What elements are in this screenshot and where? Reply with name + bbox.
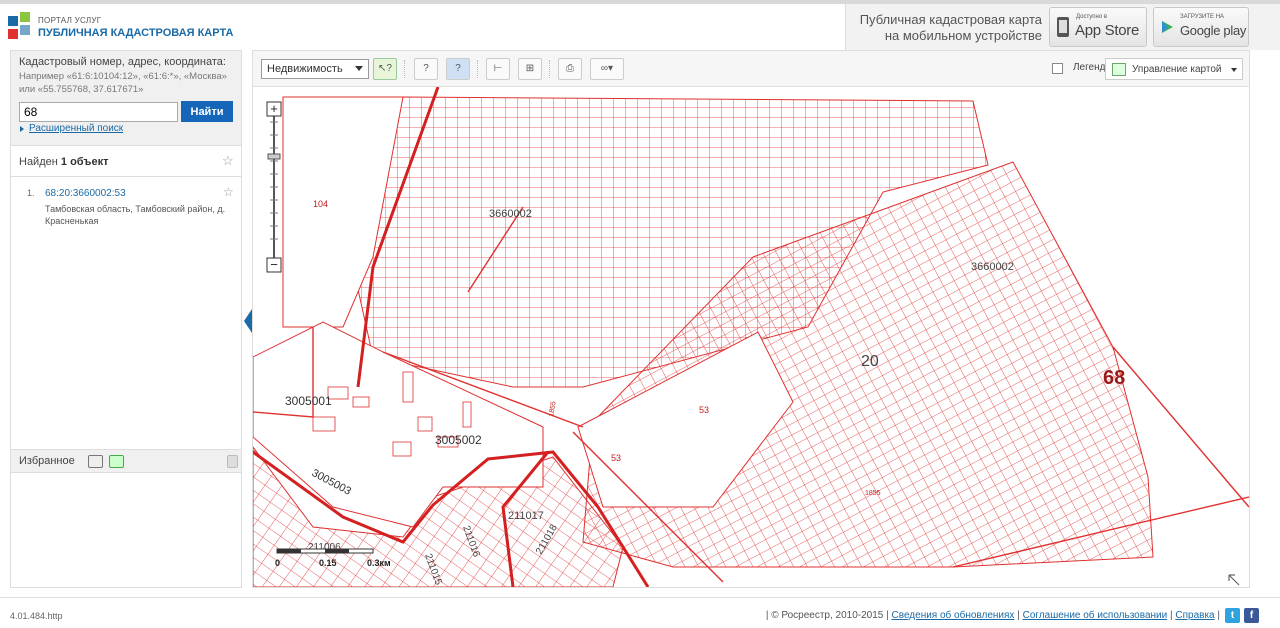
measure-distance-icon[interactable]: ⊢ bbox=[486, 58, 510, 80]
search-label: Кадастровый номер, адрес, координата: bbox=[19, 56, 226, 68]
overview-map-icon[interactable] bbox=[1228, 574, 1240, 586]
favorites-header: Избранное bbox=[11, 449, 241, 473]
result-index: 1. bbox=[27, 188, 35, 198]
zoom-slider-handle[interactable] bbox=[267, 153, 281, 160]
map-label-104: 104 bbox=[313, 199, 328, 209]
promo-text: Публичная кадастровая карта на мобильном… bbox=[859, 12, 1042, 43]
found-prefix: Найден bbox=[19, 156, 58, 168]
star-icon[interactable]: ☆ bbox=[223, 185, 234, 199]
grid-icon bbox=[1112, 63, 1126, 76]
twitter-icon[interactable]: t bbox=[1225, 608, 1240, 623]
import-favorites-icon[interactable] bbox=[109, 455, 124, 468]
scale-label: 0 bbox=[275, 558, 280, 568]
advanced-search-link[interactable]: Расширенный поиск bbox=[29, 123, 123, 134]
googleplay-button[interactable]: ЗАГРУЗИТЕ НА Google play bbox=[1153, 7, 1249, 47]
footer-separator: | bbox=[1017, 610, 1020, 621]
map-label-53: 53 bbox=[699, 405, 709, 415]
copyright-text: | © Росреестр, 2010-2015 | bbox=[765, 610, 889, 621]
map-label-3005001: 3005001 bbox=[285, 394, 332, 408]
favorites-label: Избранное bbox=[19, 455, 75, 467]
sidebar: Кадастровый номер, адрес, координата: На… bbox=[10, 50, 242, 588]
map-label-1855: 1855 bbox=[548, 401, 558, 418]
link-icon[interactable]: ∞▾ bbox=[590, 58, 624, 80]
toolbar-divider bbox=[404, 60, 405, 78]
mobile-promo: Публичная кадастровая карта на мобильном… bbox=[845, 4, 1280, 50]
search-example: Например «61:6:10104:12», «61:6:*», «Мос… bbox=[19, 71, 227, 95]
footer-separator: | bbox=[1169, 610, 1173, 621]
result-cadastral-number[interactable]: 68:20:3660002:53 bbox=[45, 188, 126, 199]
plus-icon: + bbox=[270, 101, 278, 116]
map-label-53: 53 bbox=[611, 453, 621, 463]
map-toolbar: Недвижимость ↖? ? ? ⊢ ⊞ ⎙ ∞▾ Легенда Упр… bbox=[253, 51, 1249, 87]
map-label-211017: 211017 bbox=[508, 510, 544, 522]
map-label-20: 20 bbox=[861, 353, 879, 370]
header: ПОРТАЛ УСЛУГ ПУБЛИЧНАЯ КАДАСТРОВАЯ КАРТА… bbox=[0, 4, 1280, 50]
map-label-1855: 1855 bbox=[865, 490, 881, 497]
help-link[interactable]: Справка bbox=[1175, 610, 1214, 621]
terms-link[interactable]: Соглашение об использовании bbox=[1023, 610, 1168, 621]
appstore-button[interactable]: Доступно в App Store bbox=[1049, 7, 1147, 47]
portal-logo[interactable] bbox=[8, 12, 32, 44]
identify-area-icon[interactable]: ? bbox=[414, 58, 438, 80]
found-count: 1 объект bbox=[60, 156, 109, 168]
gplay-small: ЗАГРУЗИТЕ НА bbox=[1180, 14, 1225, 20]
phone-icon bbox=[1057, 17, 1069, 37]
measure-area-icon[interactable]: ⊞ bbox=[518, 58, 542, 80]
appstore-small: Доступно в bbox=[1076, 14, 1108, 20]
search-input[interactable] bbox=[19, 102, 178, 122]
gplay-label: Google play bbox=[1180, 23, 1247, 38]
footer-separator: | bbox=[1217, 610, 1220, 621]
googleplay-icon bbox=[1162, 21, 1173, 33]
legend-checkbox[interactable] bbox=[1052, 63, 1063, 74]
map-label-3660002: 3660002 bbox=[489, 208, 532, 220]
map-control-label: Управление картой bbox=[1132, 64, 1222, 75]
footer-links: | © Росреестр, 2010-2015 | Сведения об о… bbox=[766, 610, 1220, 621]
caret-down-icon bbox=[355, 66, 363, 71]
updates-link[interactable]: Сведения об обновлениях bbox=[892, 610, 1015, 621]
caret-down-icon bbox=[1231, 68, 1237, 72]
layer-dropdown[interactable]: Недвижимость bbox=[261, 59, 369, 79]
map-label-3005002: 3005002 bbox=[435, 433, 482, 447]
star-icon[interactable]: ☆ bbox=[222, 153, 234, 169]
brand-title[interactable]: ПУБЛИЧНАЯ КАДАСТРОВАЯ КАРТА bbox=[38, 27, 233, 39]
export-favorites-icon[interactable] bbox=[88, 455, 103, 468]
minus-icon: − bbox=[270, 257, 278, 272]
map-control-dropdown[interactable]: Управление картой bbox=[1105, 58, 1243, 80]
layer-dropdown-value: Недвижимость bbox=[267, 63, 343, 75]
select-info-icon[interactable]: ↖? bbox=[373, 58, 397, 80]
map-label-68: 68 bbox=[1103, 367, 1125, 389]
results-header: Найден 1 объект ☆ bbox=[11, 147, 241, 177]
results-count: Найден 1 объект bbox=[19, 156, 108, 168]
facebook-icon[interactable]: f bbox=[1244, 608, 1259, 623]
trash-icon[interactable] bbox=[227, 455, 238, 468]
footer: 4.01.484.http | © Росреестр, 2010-2015 |… bbox=[0, 597, 1280, 628]
map-canvas[interactable]: 104 3660002 3660002 20 68 53 53 1855 185… bbox=[253, 87, 1249, 587]
brand-portal: ПОРТАЛ УСЛУГ bbox=[38, 16, 102, 25]
collapse-sidebar-handle[interactable] bbox=[244, 309, 252, 333]
print-icon[interactable]: ⎙ bbox=[558, 58, 582, 80]
scale-label: 0.3км bbox=[367, 558, 391, 568]
appstore-label: App Store bbox=[1075, 22, 1140, 39]
version-text: 4.01.484.http bbox=[10, 611, 63, 621]
toolbar-divider bbox=[477, 60, 478, 78]
toolbar-divider bbox=[549, 60, 550, 78]
map-panel: Недвижимость ↖? ? ? ⊢ ⊞ ⎙ ∞▾ Легенда Упр… bbox=[244, 50, 1250, 588]
zoom-control[interactable]: + − bbox=[266, 101, 282, 273]
result-address: Тамбовская область, Тамбовский район, д.… bbox=[45, 204, 226, 226]
map-label-3660002: 3660002 bbox=[971, 261, 1014, 273]
identify-object-icon[interactable]: ? bbox=[446, 58, 470, 80]
cadastral-map[interactable]: 104 3660002 3660002 20 68 53 53 1855 185… bbox=[253, 87, 1249, 587]
search-panel: Кадастровый номер, адрес, координата: На… bbox=[11, 51, 241, 146]
triangle-right-icon bbox=[20, 126, 24, 132]
scale-label: 0.15 bbox=[319, 558, 337, 568]
search-button[interactable]: Найти bbox=[181, 101, 233, 122]
